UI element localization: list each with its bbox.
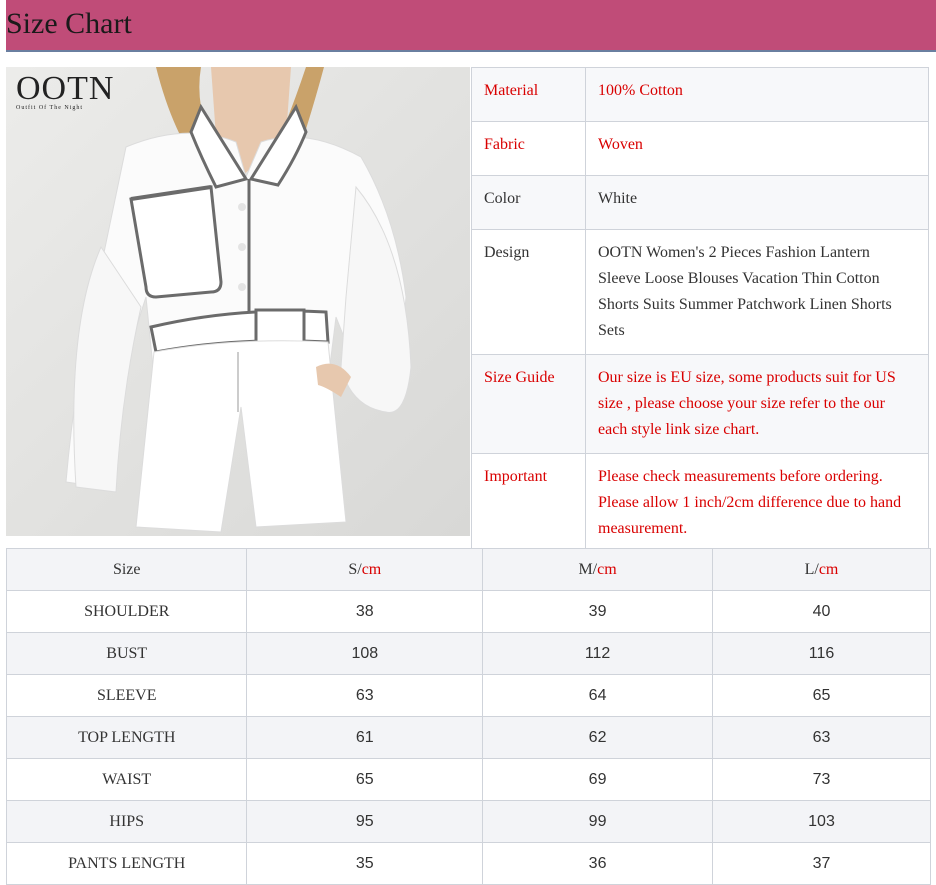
size-header-row: Size S/cm M/cm L/cm (5, 548, 931, 591)
size-row-label: BUST (5, 632, 248, 675)
info-row: Design OOTN Women's 2 Pieces Fashion Lant… (471, 229, 929, 355)
info-label: Size Guide (471, 354, 586, 454)
size-value: 63 (712, 716, 931, 759)
size-header-unit: cm (597, 560, 617, 578)
info-value: White (585, 175, 929, 230)
size-value: 112 (482, 632, 713, 675)
info-row: Material 100% Cotton (471, 67, 929, 122)
page-header: Size Chart (6, 0, 936, 52)
size-row-label: PANTS LENGTH (5, 842, 248, 885)
size-header-cell: L/cm (712, 548, 931, 591)
size-table: Size S/cm M/cm L/cm SHOULDER 38 39 40 BUST 108 112… (5, 548, 931, 885)
info-value: 100% Cotton (585, 67, 929, 122)
info-value: Woven (585, 121, 929, 176)
size-value: 62 (482, 716, 713, 759)
info-value: Please check measurements before orderin… (585, 453, 929, 553)
size-row: BUST 108 112 116 (5, 632, 931, 675)
size-value: 61 (246, 716, 484, 759)
size-row: SLEEVE 63 64 65 (5, 674, 931, 717)
info-value: Our size is EU size, some products suit … (585, 354, 929, 454)
page-title: Size Chart (6, 7, 132, 40)
size-value: 35 (246, 842, 484, 885)
size-value: 36 (482, 842, 713, 885)
size-value: 37 (712, 842, 931, 885)
size-header-cell: S/cm (246, 548, 484, 591)
size-value: 39 (482, 590, 713, 633)
size-value: 99 (482, 800, 713, 843)
info-row: Size Guide Our size is EU size, some prod… (471, 354, 929, 454)
size-row: WAIST 65 69 73 (5, 758, 931, 801)
size-row: PANTS LENGTH 35 36 37 (5, 842, 931, 885)
size-header-unit: cm (361, 560, 382, 578)
size-header-name: M/ (578, 560, 598, 578)
size-value: 116 (712, 632, 931, 675)
size-header-name: L/ (804, 560, 819, 578)
size-value: 95 (246, 800, 484, 843)
size-row: HIPS 95 99 103 (5, 800, 931, 843)
brand-logo: OOTN Outfit Of The Night (16, 70, 115, 112)
size-row-label: SHOULDER (5, 590, 248, 633)
size-header-cell: M/cm (482, 548, 713, 591)
logo-text: OOTN (16, 70, 115, 107)
size-row-label: WAIST (5, 758, 248, 801)
info-row: Color White (471, 175, 929, 230)
info-label: Design (471, 229, 586, 355)
size-value: 108 (246, 632, 484, 675)
size-header-cell: Size (5, 548, 248, 591)
size-row-label: SLEEVE (5, 674, 248, 717)
info-label: Color (471, 175, 586, 230)
size-row: TOP LENGTH 61 62 63 (5, 716, 931, 759)
info-label: Material (471, 67, 586, 122)
model-illustration (6, 67, 470, 536)
size-header-unit: cm (818, 560, 839, 578)
info-label: Fabric (471, 121, 586, 176)
product-info-table: Material 100% Cotton Fabric Woven Color White… (471, 67, 929, 553)
size-value: 69 (482, 758, 713, 801)
info-value: OOTN Women's 2 Pieces Fashion Lantern Sl… (585, 229, 929, 355)
size-row-label: HIPS (5, 800, 248, 843)
size-value: 40 (712, 590, 931, 633)
size-row: SHOULDER 38 39 40 (5, 590, 931, 633)
info-row: Fabric Woven (471, 121, 929, 176)
info-label: Important (471, 453, 586, 553)
size-value: 63 (246, 674, 484, 717)
size-row-label: TOP LENGTH (5, 716, 248, 759)
size-value: 65 (246, 758, 484, 801)
size-value: 38 (246, 590, 484, 633)
size-header-name: Size (112, 560, 141, 578)
size-value: 64 (482, 674, 713, 717)
size-value: 103 (712, 800, 931, 843)
size-value: 65 (712, 674, 931, 717)
info-row: Important Please check measurements befor… (471, 453, 929, 553)
size-header-name: S/ (348, 560, 362, 578)
size-value: 73 (712, 758, 931, 801)
product-photo: OOTN Outfit Of The Night (6, 67, 470, 536)
